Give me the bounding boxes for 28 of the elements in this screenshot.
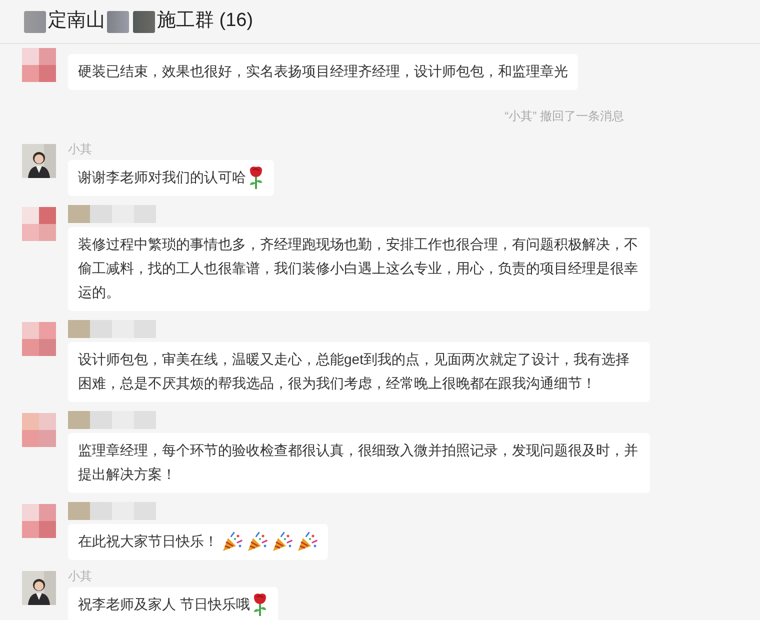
rose-icon	[248, 166, 264, 190]
party-popper-icon	[246, 531, 268, 553]
blurred-avatar	[22, 207, 56, 242]
message-text: 谢谢李老师对我们的认可哈	[78, 169, 246, 186]
recall-notice: “小其” 撤回了一条消息	[504, 108, 624, 125]
blurred-avatar	[22, 48, 56, 82]
blurred-avatar	[22, 322, 56, 356]
party-popper-icon	[271, 531, 293, 553]
blurred-title-part	[133, 10, 155, 32]
party-popper-icon	[296, 531, 318, 553]
sender-name: 小其	[68, 142, 93, 156]
message-text: 祝李老师及家人 节日快乐哦	[78, 596, 250, 612]
blurred-title-part	[107, 10, 129, 32]
message-text: 监理章经理，每个环节的验收检查都很认真，很细致入微并拍照记录，发现问题很及时，并提出解决方案！	[78, 442, 638, 482]
party-popper-icon	[221, 531, 243, 553]
message-text: 在此祝大家节日快乐！	[78, 533, 218, 550]
message-text: 硬装已结束，效果也很好，实名表扬项目经理齐经理，设计师包包，和监理章光	[78, 63, 568, 79]
avatar	[22, 571, 56, 606]
chat-title: 施工群 (16)	[157, 9, 254, 34]
chat-title: 定南山	[48, 9, 105, 34]
blurred-title-part	[24, 10, 46, 32]
rose-icon	[252, 593, 268, 618]
blurred-avatar	[22, 504, 56, 538]
message-text: 装修过程中繁琐的事情也多，齐经理跑现场也勤，安排工作也很合理，有问题积极解决，不偷工减料，找的工人也很靠谱，我们装修小白遇上这么专业，用心，负责的项目经理是很幸运的。	[78, 236, 638, 300]
sender-name: 小其	[68, 569, 93, 584]
blurred-avatar	[22, 413, 56, 448]
avatar	[22, 144, 56, 178]
message-text: 设计师包包，审美在线，温暖又走心，总能get到我的点，见面两次就定了设计，我有选择困难，总是不厌其烦的帮我选品，很为我们考虑，经常晚上很晚都在跟我沟通细节！	[78, 351, 630, 392]
